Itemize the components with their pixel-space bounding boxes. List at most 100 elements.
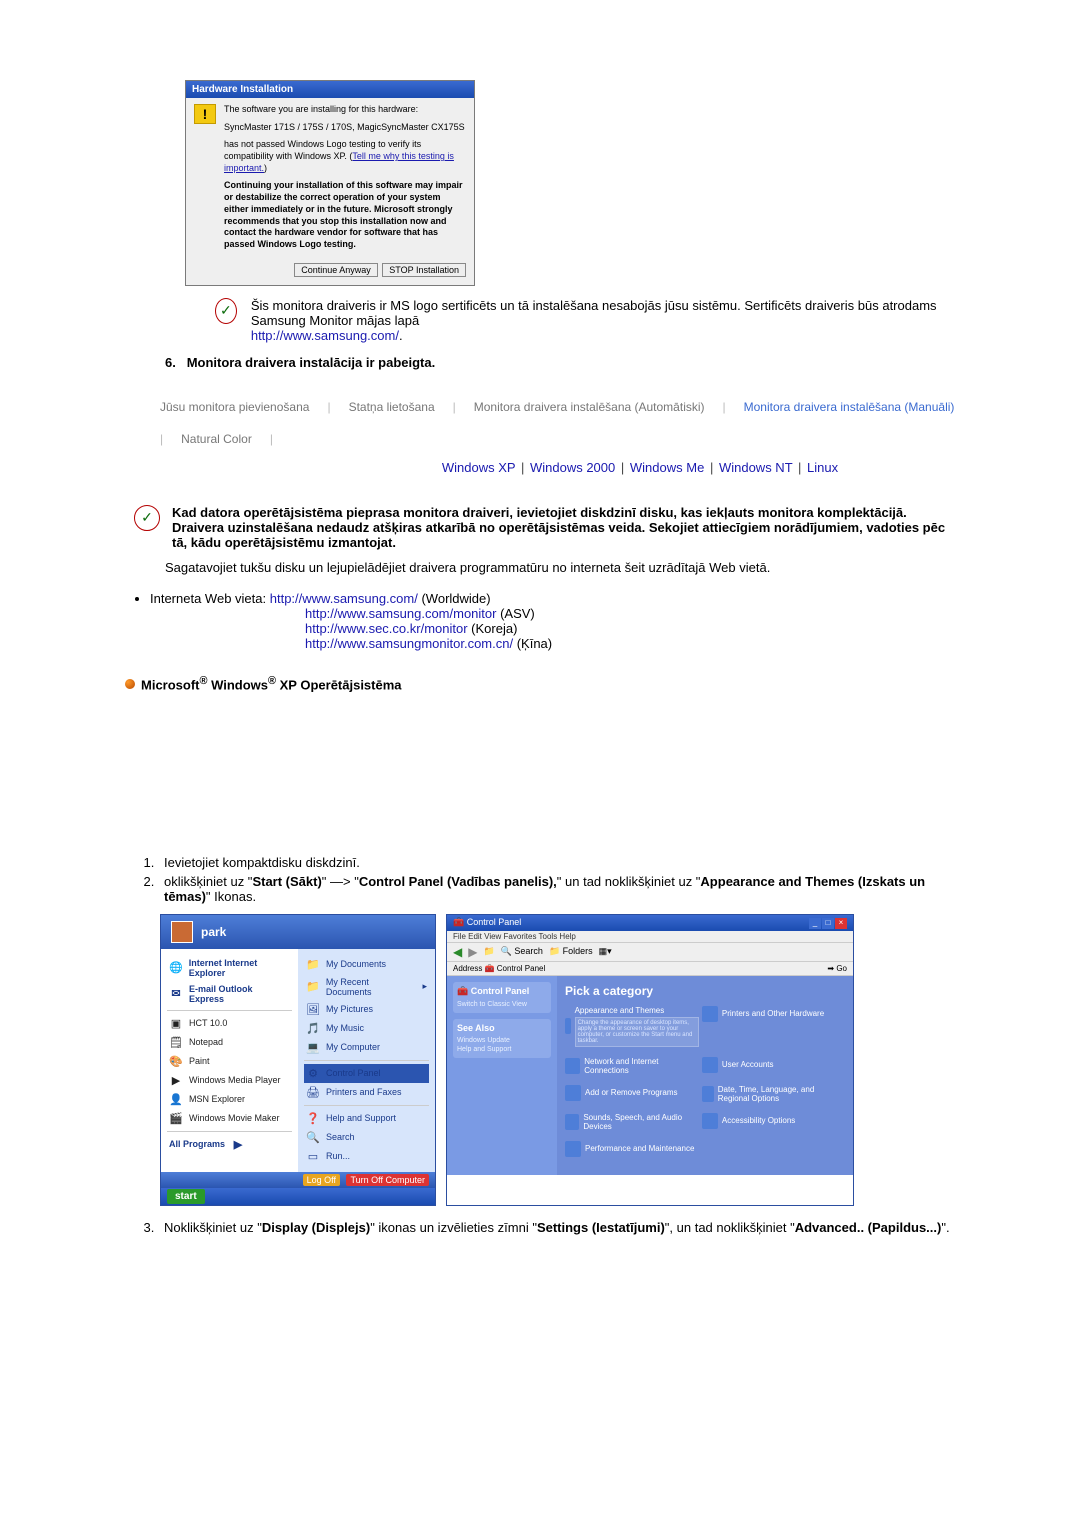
printer-cat-icon <box>702 1006 718 1022</box>
tab-stand-usage[interactable]: Statņa lietošana <box>349 400 435 414</box>
start-my-computer[interactable]: 💻My Computer <box>304 1038 429 1057</box>
cat-sounds[interactable]: Sounds, Speech, and Audio Devices <box>565 1113 699 1131</box>
start-menu-screenshot: park 🌐Internet Internet Explorer ✉E-mail… <box>160 914 436 1206</box>
notepad-icon: 🗒 <box>169 1036 183 1049</box>
views-icon[interactable]: ▦▾ <box>599 946 612 957</box>
os-windows-2000[interactable]: Windows 2000 <box>530 460 615 475</box>
tab-natural-color[interactable]: Natural Color <box>181 432 252 446</box>
url-worldwide[interactable]: http://www.samsung.com/ <box>270 591 418 606</box>
performance-icon <box>565 1141 581 1157</box>
help-icon: ❓ <box>306 1112 320 1125</box>
start-all-programs[interactable]: All Programs ▶ <box>167 1135 292 1154</box>
switch-classic-link[interactable]: Switch to Classic View <box>457 1000 547 1009</box>
start-search[interactable]: 🔍Search <box>304 1128 429 1147</box>
tab-driver-manual[interactable]: Monitora draivera instalēšana (Manuāli) <box>744 400 955 414</box>
dialog-warning: Continuing your installation of this sof… <box>224 180 466 250</box>
url-china[interactable]: http://www.samsungmonitor.com.cn/ <box>305 636 513 651</box>
addr-value[interactable]: Control Panel <box>497 964 545 973</box>
start-item-internet[interactable]: 🌐Internet Internet Explorer <box>167 955 292 981</box>
start-item-moviemaker[interactable]: 🎬Windows Movie Maker <box>167 1109 292 1128</box>
xp-screenshots: park 🌐Internet Internet Explorer ✉E-mail… <box>160 914 960 1206</box>
go-button[interactable]: Go <box>836 964 847 973</box>
cp-side-seealso: See Also Windows Update Help and Support <box>453 1019 551 1058</box>
forward-icon[interactable]: ▶ <box>468 945 477 959</box>
start-my-pictures[interactable]: 🖼My Pictures <box>304 1000 429 1019</box>
start-item-msn[interactable]: 👤MSN Explorer <box>167 1090 292 1109</box>
network-icon <box>565 1058 580 1074</box>
start-help[interactable]: ❓Help and Support <box>304 1109 429 1128</box>
url-korea[interactable]: http://www.sec.co.kr/monitor <box>305 621 468 636</box>
continue-anyway-button[interactable]: Continue Anyway <box>294 263 378 277</box>
folder-icon: 📁 <box>306 980 320 993</box>
minimize-icon[interactable]: _ <box>809 918 821 929</box>
bullet-icon <box>125 679 135 689</box>
step6-number: 6. <box>165 355 176 370</box>
disk-instruction-bold: Kad datora operētājsistēma pieprasa moni… <box>172 505 960 550</box>
os-linux[interactable]: Linux <box>807 460 838 475</box>
start-button[interactable]: start <box>167 1189 205 1204</box>
turnoff-button[interactable]: Turn Off Computer <box>346 1174 429 1186</box>
hardware-installation-dialog: Hardware Installation ! The software you… <box>185 80 475 286</box>
start-item-paint[interactable]: 🎨Paint <box>167 1052 292 1071</box>
stop-installation-button[interactable]: STOP Installation <box>382 263 466 277</box>
cat-datetime[interactable]: Date, Time, Language, and Regional Optio… <box>702 1085 836 1103</box>
maximize-icon[interactable]: □ <box>822 918 834 929</box>
start-printers[interactable]: 🖨Printers and Faxes <box>304 1083 429 1102</box>
cat-accessibility[interactable]: Accessibility Options <box>702 1113 836 1129</box>
step-2: oklikšķiniet uz "Start (Sākt)" —> "Contr… <box>158 874 960 904</box>
dialog-title: Hardware Installation <box>186 81 474 98</box>
tab-driver-auto[interactable]: Monitora draivera instalēšana (Automātis… <box>474 400 705 414</box>
tab-connect-monitor[interactable]: Jūsu monitora pievienošana <box>160 400 309 414</box>
chevron-right-icon: ▶ <box>231 1138 245 1151</box>
start-run[interactable]: ▭Run... <box>304 1147 429 1166</box>
start-item-notepad[interactable]: 🗒Notepad <box>167 1033 292 1052</box>
ie-icon: 🌐 <box>169 961 183 974</box>
step-1: Ievietojiet kompaktdisku diskdzinī. <box>158 855 960 870</box>
cat-performance[interactable]: Performance and Maintenance <box>565 1141 699 1157</box>
msn-icon: 👤 <box>169 1093 183 1106</box>
cp-title: Control Panel <box>467 917 522 927</box>
xp-heading: Microsoft® Windows® XP Operētājsistēma <box>125 675 960 692</box>
samsung-home-link[interactable]: http://www.samsung.com/ <box>251 328 399 343</box>
dialog-device: SyncMaster 171S / 175S / 170S, MagicSync… <box>224 122 466 134</box>
start-recent-docs[interactable]: 📁My Recent Documents ▸ <box>304 974 429 1000</box>
control-panel-icon: ⚙ <box>306 1067 320 1080</box>
help-support-link[interactable]: Help and Support <box>457 1045 547 1054</box>
close-icon[interactable]: × <box>835 918 847 929</box>
windows-update-link[interactable]: Windows Update <box>457 1036 547 1045</box>
section-tabs: Jūsu monitora pievienošana| Statņa lieto… <box>160 400 960 446</box>
os-windows-nt[interactable]: Windows NT <box>719 460 792 475</box>
clock-icon <box>702 1086 714 1102</box>
cat-appearance[interactable]: Appearance and ThemesChange the appearan… <box>565 1006 699 1047</box>
cat-printers[interactable]: Printers and Other Hardware <box>702 1006 836 1022</box>
cat-users[interactable]: User Accounts <box>702 1057 836 1073</box>
os-links: Windows XP | Windows 2000 | Windows Me |… <box>320 460 960 475</box>
start-item-hct[interactable]: ▣HCT 10.0 <box>167 1014 292 1033</box>
wmp-icon: ▶ <box>169 1074 183 1087</box>
search-icon: 🔍 <box>306 1131 320 1144</box>
os-windows-xp[interactable]: Windows XP <box>442 460 515 475</box>
cat-addremove[interactable]: Add or Remove Programs <box>565 1085 699 1101</box>
appearance-icon <box>565 1018 571 1034</box>
back-icon[interactable]: ◀ <box>453 945 462 959</box>
logoff-button[interactable]: Log Off <box>303 1174 340 1186</box>
control-panel-screenshot: 🧰 Control Panel _□× File Edit View Favor… <box>446 914 854 1206</box>
cat-network[interactable]: Network and Internet Connections <box>565 1057 699 1075</box>
start-control-panel[interactable]: ⚙Control Panel <box>304 1064 429 1083</box>
addr-label: Address <box>453 964 482 973</box>
toolbar-search[interactable]: Search <box>514 946 543 956</box>
mail-icon: ✉ <box>169 987 183 1000</box>
cp-menu[interactable]: File Edit View Favorites Tools Help <box>447 931 853 943</box>
start-item-email[interactable]: ✉E-mail Outlook Express <box>167 981 292 1007</box>
toolbar-folders[interactable]: Folders <box>563 946 593 956</box>
url-usa[interactable]: http://www.samsung.com/monitor <box>305 606 496 621</box>
movie-icon: 🎬 <box>169 1112 183 1125</box>
xp-steps: Ievietojiet kompaktdisku diskdzinī. okli… <box>158 855 960 904</box>
up-icon[interactable]: 📁 <box>483 946 494 957</box>
dialog-line1: The software you are installing for this… <box>224 104 466 116</box>
os-windows-me[interactable]: Windows Me <box>630 460 704 475</box>
start-item-wmp[interactable]: ▶Windows Media Player <box>167 1071 292 1090</box>
appearance-hint: Change the appearance of desktop items, … <box>575 1017 700 1047</box>
start-my-documents[interactable]: 📁My Documents <box>304 955 429 974</box>
start-my-music[interactable]: 🎵My Music <box>304 1019 429 1038</box>
